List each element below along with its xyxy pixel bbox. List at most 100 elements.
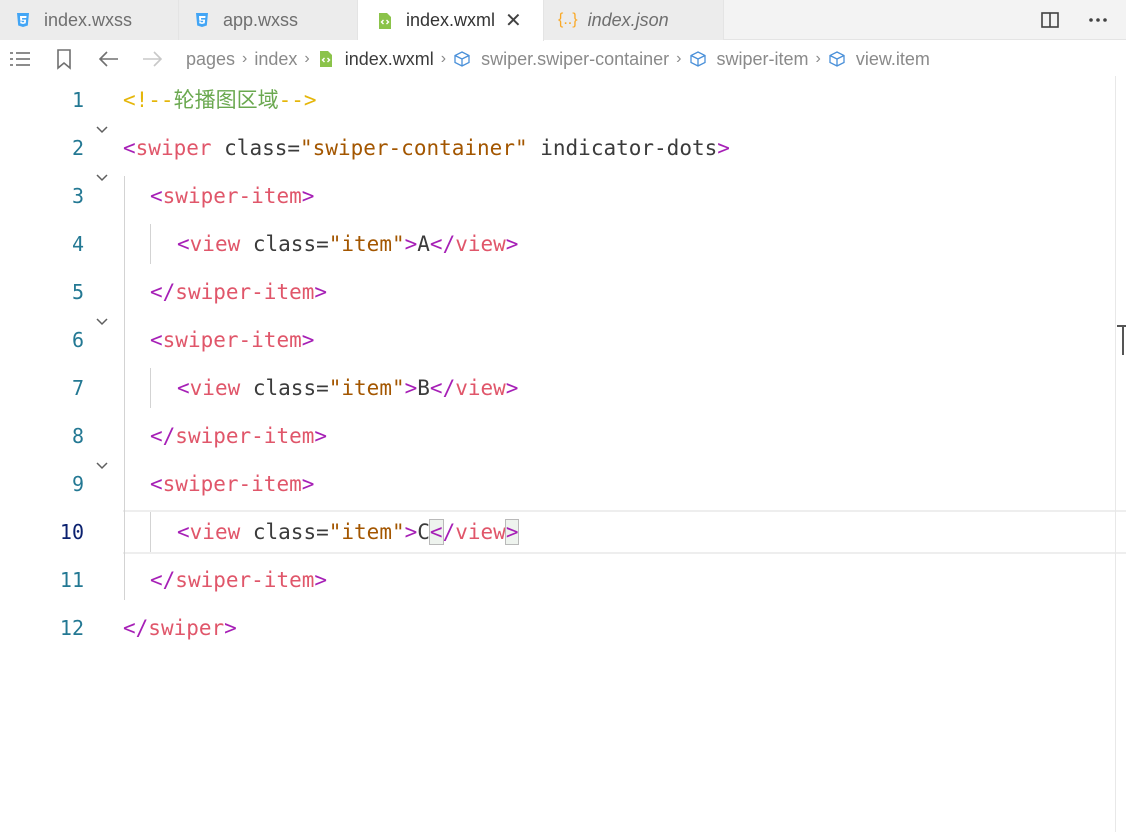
breadcrumb: pages › index › index.wxml › swiper.swip…	[186, 41, 930, 77]
code-token: >	[505, 232, 519, 256]
code-token: swiper-item	[162, 328, 302, 352]
line-number: 8	[71, 424, 84, 448]
code-token: <	[123, 136, 136, 160]
code-line[interactable]: 3 <swiper-item>	[0, 172, 1116, 220]
line-number: 2	[71, 136, 84, 160]
code-token: view	[455, 232, 506, 256]
code-line[interactable]: 12 </swiper>	[0, 604, 1116, 652]
code-token: class=	[240, 520, 329, 544]
editor-tab-bar: index.wxss app.wxss index.wxml ✕ {..} in…	[0, 0, 1126, 41]
bookmark-icon[interactable]	[52, 47, 76, 71]
tab-label: index.wxml	[406, 10, 496, 30]
code-token: class=	[240, 376, 329, 400]
breadcrumb-item-file[interactable]: index.wxml	[345, 49, 434, 70]
code-token: </	[150, 568, 176, 592]
code-token: >	[404, 520, 418, 544]
code-token: class=	[240, 232, 329, 256]
close-icon[interactable]: ✕	[505, 11, 522, 31]
code-token: swiper-item	[162, 472, 302, 496]
code-token: C	[417, 520, 430, 544]
code-token: view	[455, 376, 506, 400]
code-token: >	[301, 472, 315, 496]
code-token: >	[505, 376, 519, 400]
scrollbar-cursor-marker	[1117, 325, 1126, 355]
code-token: swiper-item	[162, 184, 302, 208]
code-token: "swiper-container"	[300, 136, 528, 160]
css-icon	[196, 13, 208, 27]
code-token: 轮播图区域	[173, 88, 279, 112]
code-token: view	[189, 520, 241, 544]
more-actions-icon[interactable]	[1086, 8, 1110, 32]
chevron-right-icon: ›	[440, 50, 447, 67]
code-token: >	[404, 232, 418, 256]
code-token: -->	[278, 88, 317, 112]
breadcrumb-item-view[interactable]: view.item	[856, 49, 930, 70]
code-token: view	[455, 520, 506, 544]
code-token: <!--	[123, 88, 174, 112]
tab-label: app.wxss	[223, 9, 299, 30]
code-token: swiper	[135, 136, 212, 160]
line-number: 1	[71, 88, 84, 112]
code-token: A	[417, 232, 430, 256]
back-arrow-icon[interactable]	[97, 47, 121, 71]
outline-list-icon[interactable]	[8, 47, 32, 71]
line-number: 11	[59, 568, 84, 592]
code-line[interactable]: 4 <view class="item">A</view>	[0, 220, 1116, 268]
code-token: >	[301, 184, 315, 208]
code-token: swiper-item	[175, 280, 315, 304]
indent-guide	[150, 512, 151, 552]
code-editor[interactable]: 1 <!--轮播图区域--> 2 <swiper class="swiper-cont…	[0, 76, 1126, 832]
tab-index-wxss[interactable]: index.wxss	[0, 0, 179, 40]
code-token: >	[224, 616, 237, 640]
code-line[interactable]: 11 </swiper-item>	[0, 556, 1116, 604]
chevron-right-icon: ›	[304, 50, 310, 67]
chevron-right-icon: ›	[242, 50, 248, 67]
code-token: /	[442, 520, 456, 544]
code-token: >	[404, 376, 418, 400]
code-text: <swiper class="swiper-container" indicat…	[123, 124, 730, 172]
code-token: swiper-item	[175, 424, 315, 448]
breadcrumb-item-index[interactable]: index	[254, 49, 297, 70]
code-token: >	[504, 519, 520, 545]
code-text: <swiper-item>	[150, 460, 314, 508]
breadcrumb-item-swiper-item[interactable]: swiper-item	[717, 49, 809, 70]
wxml-file-icon	[379, 12, 391, 29]
code-token: <	[428, 519, 444, 545]
code-token: <	[150, 328, 163, 352]
code-line[interactable]: 2 <swiper class="swiper-container" indica…	[0, 124, 1116, 172]
code-token: </	[123, 616, 149, 640]
tab-index-json[interactable]: {..} index.json	[544, 0, 724, 40]
code-text: <view class="item">B</view>	[177, 364, 518, 412]
code-token: swiper-item	[175, 568, 315, 592]
code-line[interactable]: 10 <view class="item">C</view>	[0, 508, 1116, 556]
forward-arrow-icon[interactable]	[140, 47, 164, 71]
tab-app-wxss[interactable]: app.wxss	[179, 0, 358, 40]
code-line[interactable]: 9 <swiper-item>	[0, 460, 1116, 508]
code-token: <	[177, 232, 190, 256]
code-line[interactable]: 6 <swiper-item>	[0, 316, 1116, 364]
code-token: >	[314, 568, 328, 592]
code-line[interactable]: 7 <view class="item">B</view>	[0, 364, 1116, 412]
tab-index-wxml[interactable]: index.wxml ✕	[358, 0, 544, 41]
code-token: "item"	[328, 376, 405, 400]
code-line[interactable]: 8 </swiper-item>	[0, 412, 1116, 460]
code-text: <swiper-item>	[150, 316, 314, 364]
code-token: indicator-dots	[527, 136, 718, 160]
tab-label: index.json	[587, 9, 669, 30]
line-number: 7	[71, 376, 84, 400]
vertical-scrollbar[interactable]	[1115, 76, 1116, 832]
code-text: </swiper-item>	[150, 412, 327, 460]
breadcrumb-item-swiper[interactable]: swiper.swiper-container	[481, 49, 669, 70]
line-number: 5	[71, 280, 84, 304]
split-editor-icon[interactable]	[1038, 8, 1062, 32]
code-text: </swiper-item>	[150, 268, 327, 316]
code-token: "item"	[328, 520, 405, 544]
code-token: >	[314, 280, 328, 304]
json-icon: {..}	[558, 11, 578, 28]
chevron-right-icon: ›	[676, 50, 682, 67]
code-line[interactable]: 5 </swiper-item>	[0, 268, 1116, 316]
code-token: swiper	[148, 616, 225, 640]
code-line[interactable]: 1 <!--轮播图区域-->	[0, 76, 1116, 124]
breadcrumb-item-pages[interactable]: pages	[186, 49, 235, 70]
line-number: 10	[59, 520, 84, 544]
